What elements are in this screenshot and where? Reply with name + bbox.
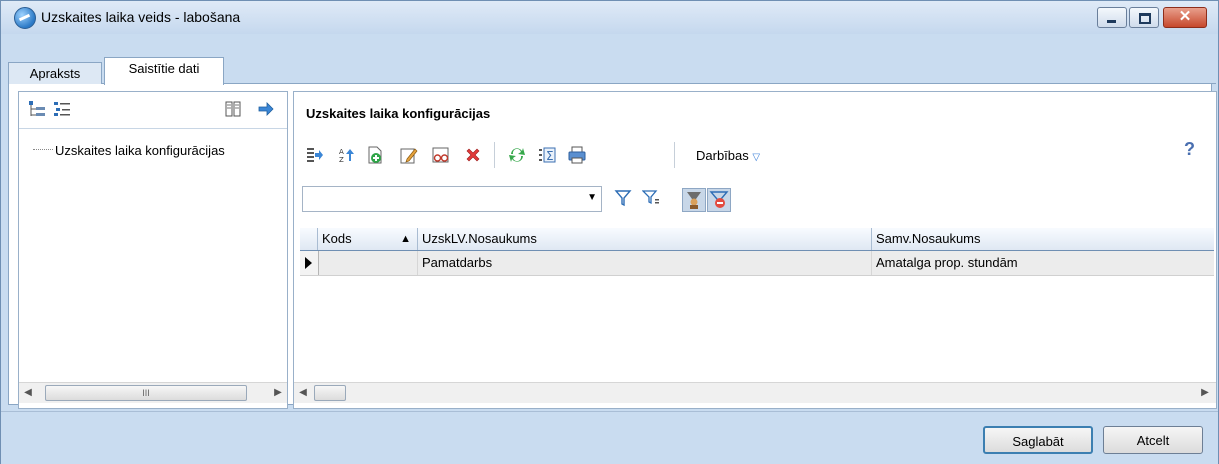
title-bar: Uzskaites laika veids - labošana ✕	[1, 1, 1218, 34]
close-icon: ✕	[1178, 8, 1192, 25]
application-window: Uzskaites laika veids - labošana ✕ Aprak…	[0, 0, 1219, 464]
grid-header: Kods ▲ UzskLV.Nosaukums Samv.Nosaukums	[300, 228, 1214, 251]
maximize-button[interactable]	[1129, 7, 1159, 28]
arrow-right-icon[interactable]	[257, 100, 275, 118]
close-button[interactable]: ✕	[1163, 7, 1207, 28]
minimize-icon	[1107, 20, 1116, 23]
left-horizontal-scrollbar[interactable]: ◀ III ▶	[19, 382, 287, 403]
chevron-down-icon: ▽	[752, 152, 761, 163]
row-pointer-icon	[305, 257, 312, 269]
left-tree-panel: Uzskaites laika konfigurācijas ◀ III ▶	[18, 91, 288, 409]
svg-text:A: A	[339, 148, 344, 156]
grid-horizontal-scrollbar[interactable]: ◀ ▶	[294, 382, 1216, 403]
dialog-footer: Saglabāt Atcelt	[1, 411, 1218, 464]
window-title: Uzskaites laika veids - labošana	[41, 9, 241, 25]
tree-item-uzskaites-laika-konfiguracijas[interactable]: Uzskaites laika konfigurācijas	[55, 143, 225, 158]
sort-az-icon[interactable]: AZ	[338, 146, 356, 164]
filter-icon[interactable]	[614, 189, 632, 207]
scroll-left-icon[interactable]: ◀	[294, 383, 312, 403]
column-label: Kods	[322, 231, 352, 246]
panel-title: Uzskaites laika konfigurācijas	[306, 106, 491, 121]
print-icon[interactable]	[568, 146, 586, 164]
actions-label: Darbības	[696, 148, 749, 163]
filter-clear-icon[interactable]	[707, 188, 731, 212]
cell-samv-nosaukums[interactable]: Amatalga prop. stundām	[872, 251, 1214, 275]
filter-combobox[interactable]: ▼	[302, 186, 602, 212]
chevron-down-icon[interactable]: ▼	[587, 192, 597, 203]
column-header-samv-nosaukums[interactable]: Samv.Nosaukums	[872, 228, 1214, 250]
save-button[interactable]: Saglabāt	[983, 426, 1093, 454]
sort-ascending-icon: ▲	[400, 233, 411, 245]
columns-icon[interactable]	[224, 100, 242, 118]
scroll-left-icon[interactable]: ◀	[19, 383, 37, 403]
actions-menu[interactable]: Darbības ▽	[696, 148, 760, 163]
scroll-right-icon[interactable]: ▶	[1196, 383, 1214, 403]
right-data-panel: Uzskaites laika konfigurācijas AZ Σ Darb…	[293, 91, 1217, 409]
scroll-thumb[interactable]	[314, 385, 346, 401]
tab-apraksts[interactable]: Apraksts	[8, 62, 102, 86]
maximize-icon	[1139, 13, 1151, 24]
column-header-uzsklv-nosaukums[interactable]: UzskLV.Nosaukums	[418, 228, 872, 250]
sum-icon[interactable]: Σ	[538, 146, 556, 164]
edit-icon[interactable]	[400, 146, 418, 164]
row-header-cell	[300, 228, 318, 250]
left-toolbar	[19, 92, 287, 129]
filter-user-icon[interactable]	[682, 188, 706, 212]
toolbar-separator	[674, 142, 675, 168]
tab-saistitie-dati[interactable]: Saistītie dati	[104, 57, 224, 85]
column-header-kods[interactable]: Kods ▲	[318, 228, 418, 250]
tree-expand-icon[interactable]	[28, 100, 46, 118]
delete-icon[interactable]	[464, 146, 482, 164]
view-icon[interactable]	[432, 146, 450, 164]
add-record-icon[interactable]	[366, 146, 384, 164]
help-icon[interactable]: ?	[1184, 139, 1195, 160]
filter-advanced-icon[interactable]	[642, 189, 660, 207]
minimize-button[interactable]	[1097, 7, 1127, 28]
scroll-thumb[interactable]: III	[45, 385, 247, 401]
cancel-button[interactable]: Atcelt	[1103, 426, 1203, 454]
cell-uzsklv-nosaukums[interactable]: Pamatdarbs	[418, 251, 872, 275]
toolbar-separator	[494, 142, 495, 168]
globe-icon	[14, 7, 36, 29]
scroll-right-icon[interactable]: ▶	[269, 383, 287, 403]
table-row[interactable]: Pamatdarbs Amatalga prop. stundām	[300, 251, 1214, 276]
export-icon[interactable]	[306, 146, 324, 164]
current-row-indicator	[300, 251, 319, 275]
tree-connector	[33, 149, 53, 150]
data-grid: Kods ▲ UzskLV.Nosaukums Samv.Nosaukums P…	[300, 228, 1214, 378]
refresh-icon[interactable]	[508, 146, 526, 164]
svg-text:Σ: Σ	[546, 149, 554, 163]
cell-kods[interactable]	[318, 251, 418, 275]
svg-text:Z: Z	[339, 156, 344, 164]
list-icon[interactable]	[53, 100, 71, 118]
